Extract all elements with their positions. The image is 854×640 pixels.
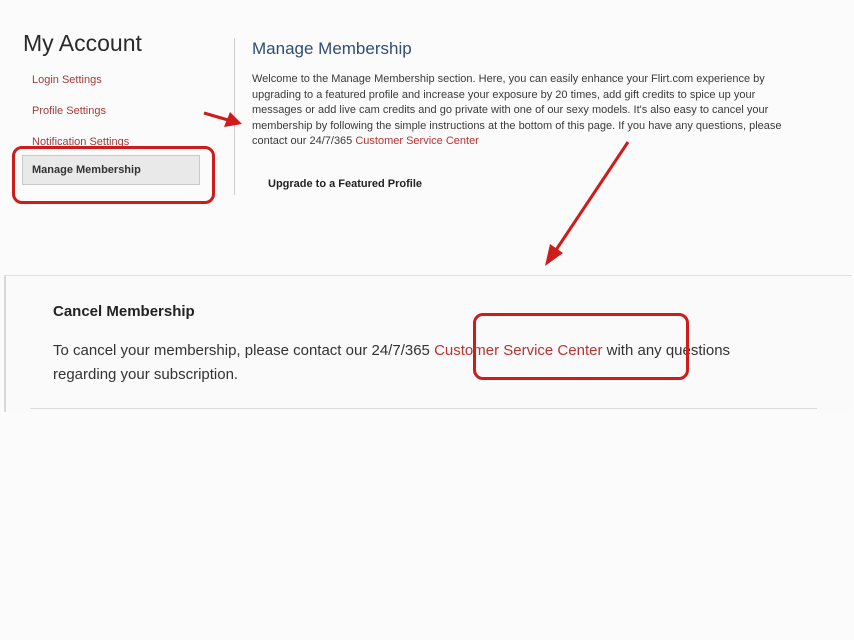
arrow-to-cancel-line	[554, 141, 630, 251]
annotation-arrows	[203, 111, 630, 266]
arrow-to-cancel-head	[545, 244, 563, 266]
arrow-to-section-line	[203, 111, 229, 122]
